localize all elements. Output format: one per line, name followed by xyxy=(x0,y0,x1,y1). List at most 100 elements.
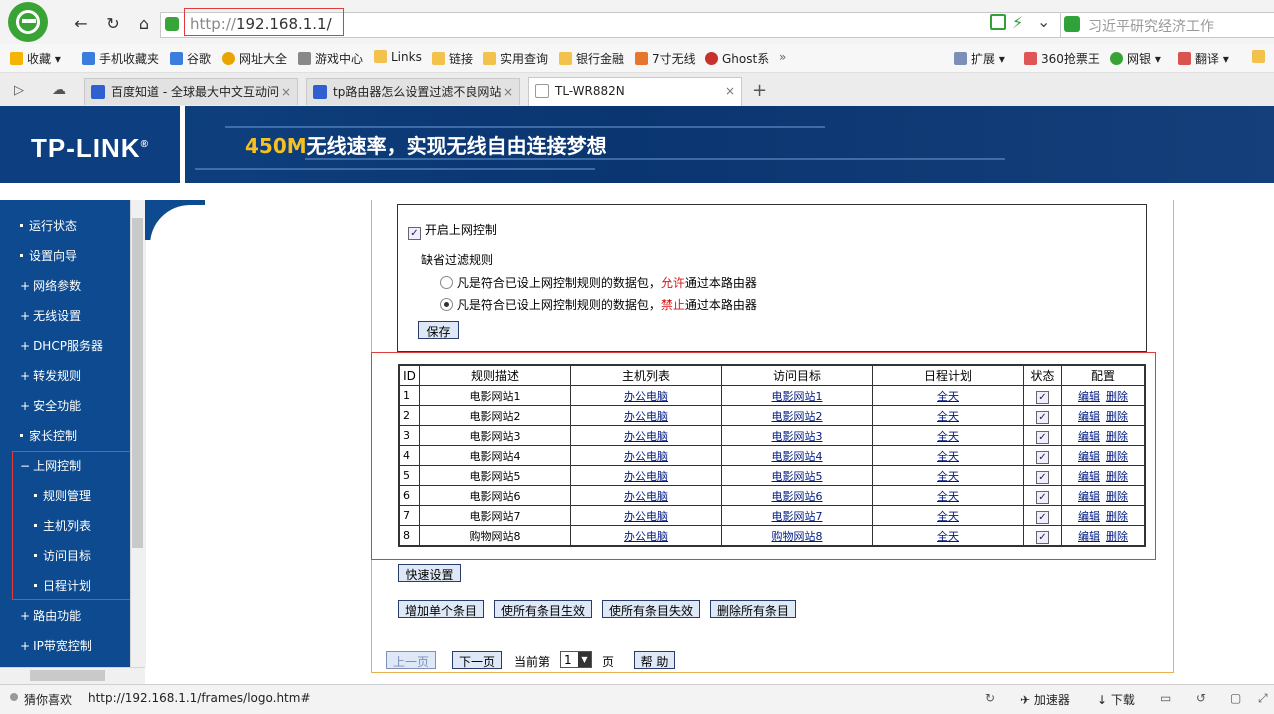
bookmark-favorites[interactable]: 收藏 ▾ xyxy=(10,50,61,67)
page-select[interactable]: 1 ▼ xyxy=(560,651,592,668)
delete-link[interactable]: 删除 xyxy=(1106,490,1128,503)
allow-radio[interactable] xyxy=(440,276,453,289)
bookmark-bank[interactable]: 银行金融 xyxy=(559,50,624,67)
deny-radio[interactable] xyxy=(440,298,453,311)
sidebar-item-wizard[interactable]: 设置向导 xyxy=(20,247,77,264)
bookmark-google[interactable]: 谷歌 xyxy=(170,50,211,67)
bookmark-games[interactable]: 游戏中心 xyxy=(298,50,363,67)
rule-schedule-link[interactable]: 全天 xyxy=(937,450,959,463)
edit-link[interactable]: 编辑 xyxy=(1078,510,1100,523)
rule-host-link[interactable]: 办公电脑 xyxy=(624,410,668,423)
edit-link[interactable]: 编辑 xyxy=(1078,490,1100,503)
edit-link[interactable]: 编辑 xyxy=(1078,470,1100,483)
close-icon[interactable]: × xyxy=(503,79,513,105)
cloud-icon[interactable]: ☁ xyxy=(52,82,66,98)
bookmark-query[interactable]: 实用查询 xyxy=(483,50,548,67)
rule-schedule-link[interactable]: 全天 xyxy=(937,530,959,543)
rule-host-link[interactable]: 办公电脑 xyxy=(624,450,668,463)
back-arrow-icon[interactable]: ← xyxy=(70,13,92,35)
next-page-button[interactable]: 下一页 xyxy=(452,651,502,669)
delete-link[interactable]: 删除 xyxy=(1106,530,1128,543)
enable-all-button[interactable]: 使所有条目生效 xyxy=(494,600,592,618)
bookmark-ghost[interactable]: Ghost系 xyxy=(705,50,769,67)
rule-host-link[interactable]: 办公电脑 xyxy=(624,470,668,483)
refresh-cycle-icon[interactable]: ↻ xyxy=(985,691,995,705)
sidebar-scroll-thumb[interactable] xyxy=(132,218,143,548)
delete-link[interactable]: 删除 xyxy=(1106,470,1128,483)
bookmark-links-cn[interactable]: 链接 xyxy=(432,50,473,67)
rule-target-link[interactable]: 电影网站6 xyxy=(772,490,823,503)
rule-schedule-link[interactable]: 全天 xyxy=(937,490,959,503)
bookmark-7inch[interactable]: 7寸无线 xyxy=(635,50,696,67)
bookmark-translate[interactable]: 翻译 ▾ xyxy=(1178,50,1229,67)
edit-link[interactable]: 编辑 xyxy=(1078,390,1100,403)
sidebar-item-parental[interactable]: 家长控制 xyxy=(20,427,77,444)
tab-tplink-question[interactable]: tp路由器怎么设置过滤不良网站 × xyxy=(306,78,520,105)
bookmark-links[interactable]: Links xyxy=(374,50,422,64)
sidebar-item-network[interactable]: + 网络参数 xyxy=(20,277,81,294)
sidebar-item-bandwidth[interactable]: + IP带宽控制 xyxy=(20,637,92,654)
rule-target-link[interactable]: 电影网站4 xyxy=(772,450,823,463)
rule-status-checkbox[interactable]: ✓ xyxy=(1036,490,1049,504)
rule-target-link[interactable]: 电影网站7 xyxy=(772,510,823,523)
prev-page-button[interactable]: 上一页 xyxy=(386,651,436,669)
bookmark-hao[interactable]: 网址大全 xyxy=(222,50,287,67)
bookmark-extensions[interactable]: 扩展 ▾ xyxy=(954,50,1005,67)
rule-schedule-link[interactable]: 全天 xyxy=(937,470,959,483)
window-icon[interactable]: ▢ xyxy=(1230,691,1241,705)
reload-icon[interactable]: ↻ xyxy=(102,13,124,35)
sidebar-item-forwarding[interactable]: + 转发规则 xyxy=(20,367,81,384)
rule-target-link[interactable]: 电影网站3 xyxy=(772,430,823,443)
rule-target-link[interactable]: 购物网站8 xyxy=(772,530,823,543)
close-icon[interactable]: × xyxy=(725,78,735,104)
bookmark-ebank[interactable]: 网银 ▾ xyxy=(1110,50,1161,67)
rule-status-checkbox[interactable]: ✓ xyxy=(1036,410,1049,424)
bookmark-more[interactable] xyxy=(1252,50,1269,64)
help-button[interactable]: 帮 助 xyxy=(634,651,675,669)
close-icon[interactable]: × xyxy=(281,79,291,105)
enable-checkbox[interactable]: ✓ xyxy=(408,227,421,240)
rule-status-checkbox[interactable]: ✓ xyxy=(1036,530,1049,544)
sidebar-item-routing[interactable]: + 路由功能 xyxy=(20,607,81,624)
rule-schedule-link[interactable]: 全天 xyxy=(937,390,959,403)
enable-access-control[interactable]: ✓ 开启上网控制 xyxy=(408,221,497,240)
rule-host-link[interactable]: 办公电脑 xyxy=(624,390,668,403)
rule-deny-option[interactable]: 凡是符合已设上网控制规则的数据包，禁止通过本路由器 xyxy=(440,296,757,313)
delete-link[interactable]: 删除 xyxy=(1106,390,1128,403)
delete-link[interactable]: 删除 xyxy=(1106,450,1128,463)
reader-icon[interactable]: ▭ xyxy=(1160,691,1171,705)
disable-all-button[interactable]: 使所有条目失效 xyxy=(602,600,700,618)
rule-target-link[interactable]: 电影网站1 xyxy=(772,390,823,403)
guess-you-like-link[interactable]: 猜你喜欢 xyxy=(24,691,72,708)
new-tab-icon[interactable]: + xyxy=(752,80,767,101)
rule-status-checkbox[interactable]: ✓ xyxy=(1036,470,1049,484)
rule-status-checkbox[interactable]: ✓ xyxy=(1036,430,1049,444)
accelerator-button[interactable]: ✈ 加速器 xyxy=(1020,691,1070,708)
rule-status-checkbox[interactable]: ✓ xyxy=(1036,390,1049,404)
delete-link[interactable]: 删除 xyxy=(1106,410,1128,423)
bookmark-overflow[interactable]: » xyxy=(779,50,786,64)
chevron-down-icon[interactable]: ⌄ xyxy=(1037,12,1050,31)
rule-status-checkbox[interactable]: ✓ xyxy=(1036,510,1049,524)
tab-router[interactable]: TL-WR882N × xyxy=(528,77,742,106)
fullscreen-icon[interactable]: ⤢ xyxy=(1258,691,1268,706)
sidebar-item-security[interactable]: + 安全功能 xyxy=(20,397,81,414)
rule-allow-option[interactable]: 凡是符合已设上网控制规则的数据包，允许通过本路由器 xyxy=(440,274,757,291)
rule-schedule-link[interactable]: 全天 xyxy=(937,430,959,443)
rule-target-link[interactable]: 电影网站2 xyxy=(772,410,823,423)
sidebar-toggle-icon[interactable]: ▷ xyxy=(14,83,24,98)
sidebar-item-status[interactable]: 运行状态 xyxy=(20,217,77,234)
rule-schedule-link[interactable]: 全天 xyxy=(937,510,959,523)
sidebar-item-dhcp[interactable]: + DHCP服务器 xyxy=(20,337,103,354)
sidebar-item-wireless[interactable]: + 无线设置 xyxy=(20,307,81,324)
history-icon[interactable]: ↺ xyxy=(1196,691,1206,705)
tab-baidu[interactable]: 百度知道 - 全球最大中文互动问 × xyxy=(84,78,298,105)
bookmark-tickets[interactable]: 360抢票王 xyxy=(1024,50,1100,67)
rule-host-link[interactable]: 办公电脑 xyxy=(624,430,668,443)
rule-target-link[interactable]: 电影网站5 xyxy=(772,470,823,483)
rule-host-link[interactable]: 办公电脑 xyxy=(624,510,668,523)
share-icon[interactable] xyxy=(990,14,1006,30)
delete-link[interactable]: 删除 xyxy=(1106,510,1128,523)
delete-link[interactable]: 删除 xyxy=(1106,430,1128,443)
add-entry-button[interactable]: 增加单个条目 xyxy=(398,600,484,618)
